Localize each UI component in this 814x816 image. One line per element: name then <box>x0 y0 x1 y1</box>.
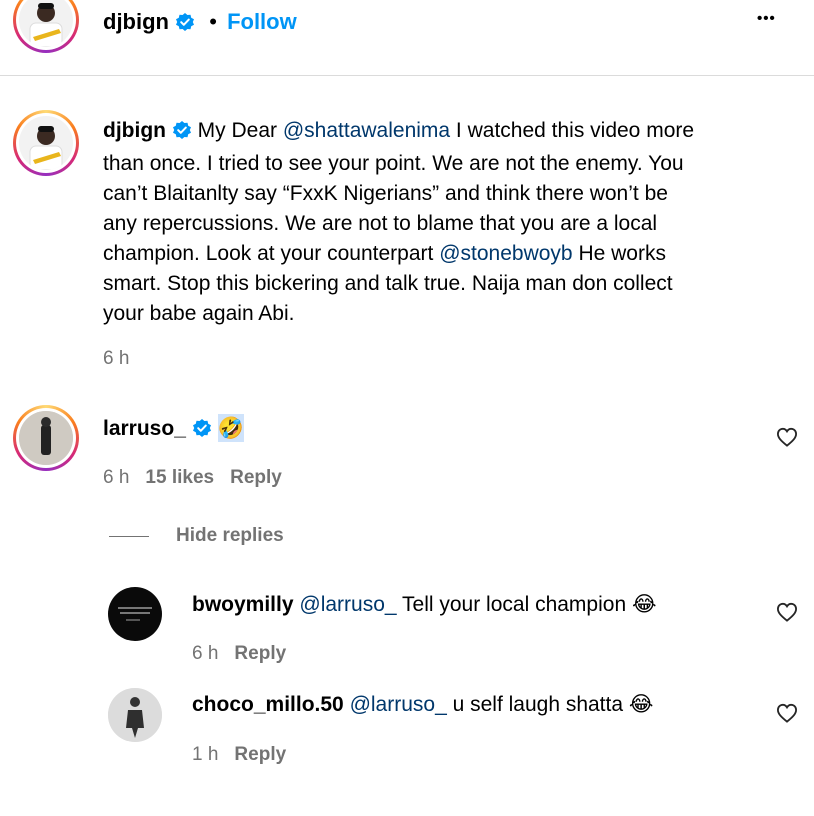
reply-timestamp: 6 h <box>192 643 219 664</box>
mention-link[interactable]: @larruso_ <box>350 693 447 716</box>
reply-text: u self laugh shatta <box>446 693 629 716</box>
caption-username[interactable]: djbign <box>103 119 166 142</box>
verified-badge-icon <box>172 119 192 149</box>
comment-likes[interactable]: 15 likes <box>145 467 214 488</box>
caption-line: than once. I tried to see your point. We… <box>103 152 684 175</box>
mention-link[interactable]: @shattawalenima <box>283 119 450 142</box>
hide-replies-button[interactable]: Hide replies <box>176 525 284 547</box>
reply-emoji: 😂 <box>628 692 654 716</box>
comment-meta: 6 h 15 likes Reply <box>103 467 282 489</box>
post-header: djbign • Follow ••• <box>0 0 814 76</box>
hide-replies-divider <box>109 536 149 537</box>
caption-text: djbign My Dear @shattawalenima I watched… <box>103 116 803 329</box>
reply-avatar[interactable] <box>108 688 162 742</box>
header-username-row: djbign • Follow <box>103 9 297 38</box>
reply-body: bwoymilly @larruso_ Tell your local cham… <box>192 590 657 619</box>
caption-avatar[interactable] <box>13 110 79 176</box>
comment-timestamp: 6 h <box>103 467 130 488</box>
heart-icon[interactable] <box>776 703 798 723</box>
heart-icon[interactable] <box>776 602 798 622</box>
caption-text-segment: champion. Look at your counterpart <box>103 242 440 265</box>
reply-meta: 1 h Reply <box>192 744 286 766</box>
caption-line: champion. Look at your counterpart @ston… <box>103 239 803 269</box>
comment-avatar[interactable] <box>13 405 79 471</box>
caption-line: any repercussions. We are not to blame t… <box>103 212 658 235</box>
reply-timestamp: 1 h <box>192 744 219 765</box>
comment-reply-button[interactable]: Reply <box>230 467 282 488</box>
caption-text-segment: He works <box>572 242 666 265</box>
caption-line: smart. Stop this bickering and talk true… <box>103 272 673 295</box>
comment-username[interactable]: larruso_ <box>103 417 186 440</box>
follow-button[interactable]: Follow <box>227 9 297 34</box>
reply-text: Tell your local champion <box>396 593 632 616</box>
mention-link[interactable]: @stonebwoyb <box>439 242 572 265</box>
caption-line: djbign My Dear @shattawalenima I watched… <box>103 116 803 149</box>
header-username[interactable]: djbign <box>103 9 169 34</box>
reply-body: choco_millo.50 @larruso_ u self laugh sh… <box>192 690 653 719</box>
comment-body: larruso_ 🤣 <box>103 414 244 446</box>
more-options-icon[interactable]: ••• <box>757 10 776 27</box>
verified-badge-icon <box>175 12 195 38</box>
reply-username[interactable]: bwoymilly <box>192 593 294 616</box>
mention-link[interactable]: @larruso_ <box>299 593 396 616</box>
comment-emoji: 🤣 <box>217 414 244 442</box>
header-separator: • <box>209 9 217 34</box>
reply-emoji: 😂 <box>631 592 657 616</box>
caption-line: can’t Blaitanlty say “FxxK Nigerians” an… <box>103 182 668 205</box>
reply-username[interactable]: choco_millo.50 <box>192 693 344 716</box>
caption-line: your babe again Abi. <box>103 302 295 325</box>
verified-badge-icon <box>192 418 212 446</box>
caption-text-segment: My Dear <box>197 119 283 142</box>
reply-reply-button[interactable]: Reply <box>234 643 286 664</box>
reply-meta: 6 h Reply <box>192 643 286 665</box>
reply-avatar[interactable] <box>108 587 162 641</box>
caption-timestamp: 6 h <box>103 348 130 369</box>
caption-text-segment: I watched this video more <box>450 119 695 142</box>
heart-icon[interactable] <box>776 427 798 447</box>
reply-reply-button[interactable]: Reply <box>234 744 286 765</box>
header-avatar[interactable] <box>13 0 79 53</box>
